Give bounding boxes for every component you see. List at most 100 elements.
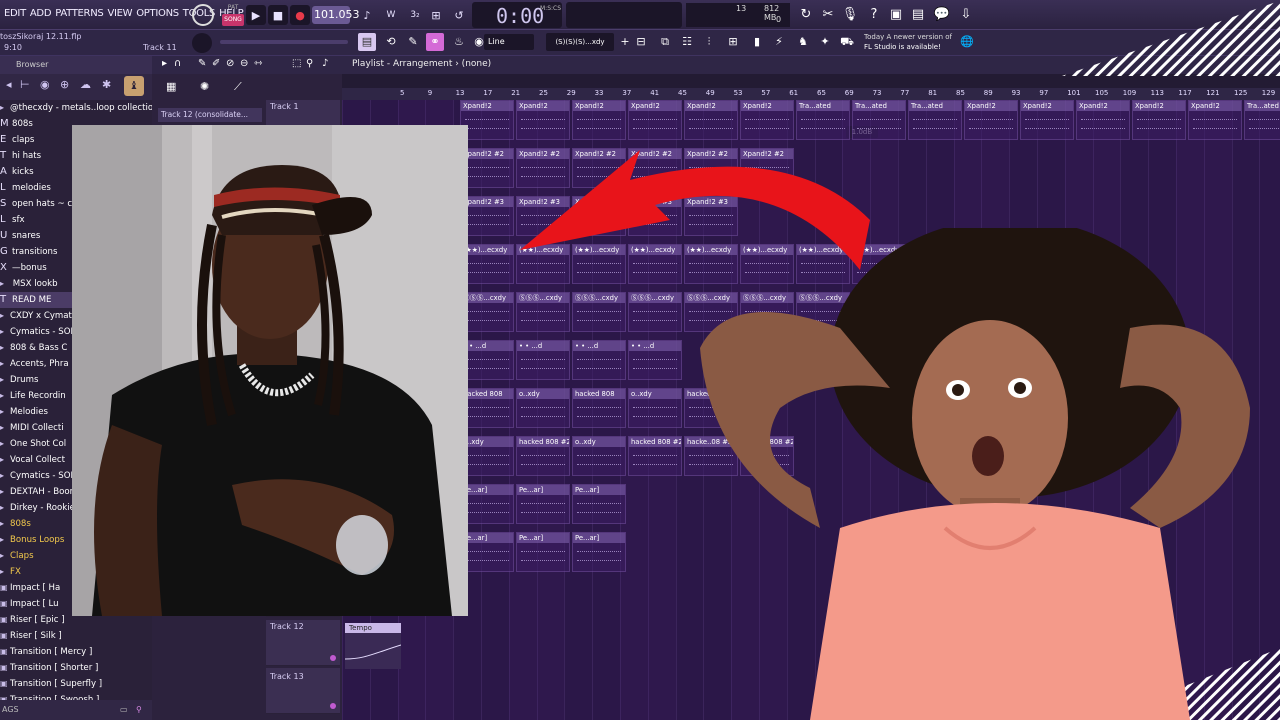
pattern-clip[interactable]: Pe...ar] [516,484,570,524]
cloud-icon[interactable]: ☁ [80,78,91,91]
pattern-clip[interactable]: Xpand!2 [1020,100,1074,140]
download-icon[interactable]: ⇩ [956,4,976,26]
search-icon[interactable]: ⚲ [136,705,142,714]
shop-icon[interactable]: ⛟ [838,33,856,51]
plug-icon[interactable]: ⚡ [770,33,788,51]
cut-icon[interactable]: ✂ [818,4,838,26]
channel-rack-icon[interactable]: ⊟ [632,33,650,51]
playlist-overview[interactable] [342,74,1280,88]
snap-select[interactable]: Line [484,34,534,50]
save-icon[interactable]: ▣ [886,4,906,26]
waveform-icon[interactable]: ✺ [200,80,209,93]
pattern-clip[interactable]: Xpand!2 [516,100,570,140]
star-icon[interactable]: ✱ [102,78,111,91]
all-icon[interactable]: ◉ [40,78,50,91]
plugins-icon[interactable]: ⊕ [60,78,69,91]
tempo-automation-clip[interactable]: Tempo [345,623,401,669]
pattern-clip[interactable]: hacked 808 #2 [516,436,570,476]
pattern-clip[interactable]: Xpand!2 [684,100,738,140]
pencil-tool-icon[interactable]: ✎ [404,33,422,51]
menu-add[interactable]: ADD [30,8,52,19]
snap-mode-icon[interactable]: ▦ [166,80,176,93]
pattern-selector[interactable]: (S)(S)(S)...xdy [546,33,614,51]
pattern-clip[interactable]: hacked 808 #2 [628,436,682,476]
browser-item[interactable]: ▣ Riser [ Silk ] [0,628,152,644]
pattern-clip[interactable]: ⓈⓈⓈ...cxdy [460,292,514,332]
render-icon[interactable]: ▤ [908,4,928,26]
piano-roll-icon[interactable]: ⟲ [382,33,400,51]
news-panel[interactable]: Today A newer version of FL Studio is av… [864,32,952,52]
step-edit-icon[interactable]: ⊞ [426,5,446,25]
browser-item[interactable]: ▸ @thecxdy - metals..loop collection) [0,100,152,116]
pattern-clip[interactable]: Tra...ated [796,100,850,140]
pattern-clip[interactable]: o..xdy [572,436,626,476]
loop-record-icon[interactable]: ↺ [448,5,470,25]
pattern-clip[interactable]: o..xdy [516,388,570,428]
pattern-clip[interactable]: • • ...d [460,340,514,380]
browser-toggle-icon[interactable]: ⊞ [724,33,742,51]
pattern-clip[interactable]: Xpand!2 [628,100,682,140]
track-mute-dot[interactable] [330,655,336,661]
mic2-icon[interactable]: ✦ [816,33,834,51]
link-tool-icon[interactable]: ⚭ [426,33,444,51]
pattern-clip[interactable]: Pe...ar] [460,532,514,572]
master-pitch-slider[interactable] [220,40,348,44]
wait-input-icon[interactable]: W [380,5,402,25]
menu-edit[interactable]: EDIT [4,8,26,19]
countdown-icon[interactable]: 3₂ [404,5,426,25]
arrow-icon[interactable]: ▸ [162,58,167,69]
pattern-clip[interactable]: o..xdy [460,436,514,476]
pattern-clip[interactable]: Pe...ar] [572,484,626,524]
metronome-icon[interactable]: ♪ [356,5,378,25]
pattern-clip[interactable]: Pe...ar] [572,532,626,572]
slide-icon[interactable]: ⟋ [234,80,242,94]
pattern-clip[interactable]: • • ...d [516,340,570,380]
tree-icon[interactable]: ⊢ [20,78,30,91]
slip-icon[interactable]: ⇿ [254,58,262,69]
pattern-clip[interactable]: Xpand!2 #2 [460,148,514,188]
eq-icon[interactable]: ⫶ [700,33,718,51]
sounds-filter-icon[interactable]: ♝ [124,76,144,96]
person-icon[interactable]: ♞ [794,33,812,51]
pat-song-toggle[interactable]: PAT SONG [222,4,244,26]
tempo-display[interactable]: 101.053 [312,6,360,24]
pattern-clip[interactable]: hacked 808 [572,388,626,428]
magnet-icon[interactable]: ∩ [174,58,181,69]
draw-icon[interactable]: ✎ [198,58,206,69]
timeline-ruler[interactable]: 5 9 13 17 21 25 29 33 37 41 45 49 53 57 61 65 69 73 77 81 85… [342,88,1280,100]
pattern-clip[interactable]: Xpand!2 [572,100,626,140]
pattern-clip[interactable]: Xpand!2 [1076,100,1130,140]
pattern-clip[interactable]: (★★)...ecxdy [460,244,514,284]
play-icon[interactable]: ♪ [322,58,328,69]
pitch-knob[interactable] [192,33,212,53]
pattern-clip[interactable]: Xpand!2 [460,100,514,140]
pattern-clip[interactable]: Xpand!2 [740,100,794,140]
pattern-clip[interactable]: Tra...ated [852,100,906,140]
globe-icon[interactable]: 🌐 [958,33,976,51]
pattern-clip[interactable]: Tra...ated [1244,100,1280,140]
pattern-clip[interactable]: Xpand!2 #3 [460,196,514,236]
pattern-clip[interactable]: • • ...d [572,340,626,380]
chat-icon[interactable]: 💬 [932,4,952,26]
paint-icon[interactable]: ✐ [212,58,220,69]
master-volume-knob[interactable] [192,4,214,26]
menu-options[interactable]: OPTIONS [136,8,179,19]
delete-icon[interactable]: ⊘ [226,58,234,69]
pattern-clip[interactable]: Tra...ated [908,100,962,140]
track-header-13[interactable]: Track 13 [266,668,340,714]
mute-icon[interactable]: ⊖ [240,58,248,69]
undo-icon[interactable]: ↻ [796,4,816,26]
grid-icon[interactable]: ☷ [678,33,696,51]
pattern-clip[interactable]: Pe...ar] [460,484,514,524]
browser-item[interactable]: ▣ Transition [ Shorter ] [0,660,152,676]
stamp-tool-icon[interactable]: ♨ [450,33,468,51]
pattern-clip[interactable]: hacked 808 [460,388,514,428]
plugin-icon[interactable]: ▮ [748,33,766,51]
pattern-clip[interactable]: Xpand!2 [1132,100,1186,140]
browser-item[interactable]: ▣ Transition [ Superfly ] [0,676,152,692]
pattern-clip[interactable]: Pe...ar] [516,532,570,572]
consolidated-clip-label[interactable]: Track 12 (consolidate... [158,108,262,122]
playlist-view-icon[interactable]: ▤ [358,33,376,51]
pattern-clip[interactable]: o..xdy [628,388,682,428]
zoom-icon[interactable]: ⚲ [306,58,313,69]
